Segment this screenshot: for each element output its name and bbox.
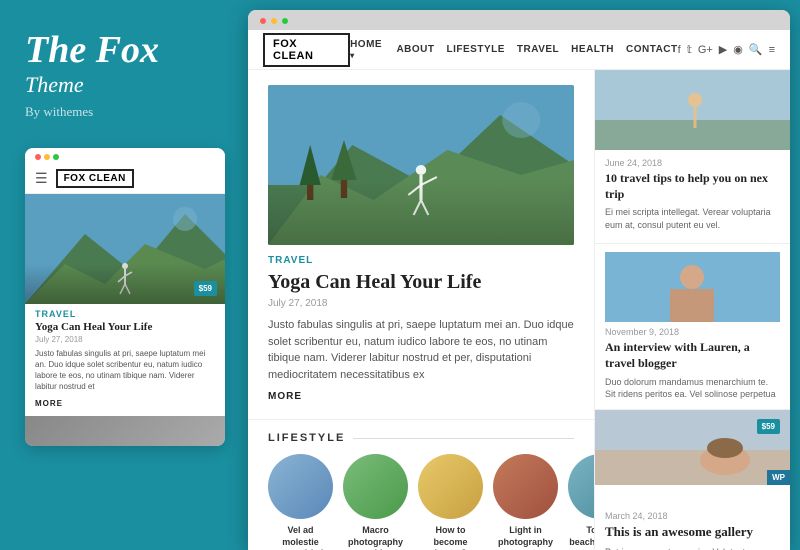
sidebar-interview-image <box>605 252 780 322</box>
nav-lifestyle[interactable]: LIFESTYLE <box>447 44 505 55</box>
lifestyle-caption-3: How to become happy? <box>418 525 483 550</box>
lifestyle-circle-4 <box>493 454 558 519</box>
lifestyle-caption-5: Top 10 beaches in the world <box>568 525 595 550</box>
main-content-column: TRAVEL Yoga Can Heal Your Life July 27, … <box>248 70 595 550</box>
gallery-excerpt: Patrioque assertor ea vim. Volutpat salu… <box>605 546 780 550</box>
lifestyle-caption-2: Macro photography guide <box>343 525 408 550</box>
mobile-hero-image: $59 <box>25 194 225 304</box>
lifestyle-circle-3 <box>418 454 483 519</box>
facebook-icon[interactable]: f <box>678 44 681 56</box>
featured-post: TRAVEL Yoga Can Heal Your Life July 27, … <box>248 70 594 419</box>
brand-by: By withemes <box>25 104 223 120</box>
mobile-tag: TRAVEL <box>25 304 225 321</box>
nav-home[interactable]: HOME <box>350 39 384 61</box>
sidebar-interview-date: November 9, 2018 <box>605 327 780 337</box>
sidebar-post-excerpt: Ei mei scripta intellegat. Verear volupt… <box>605 206 780 231</box>
mobile-top-bar <box>25 148 225 164</box>
site-main: TRAVEL Yoga Can Heal Your Life July 27, … <box>248 70 790 550</box>
search-icon[interactable]: 🔍 <box>749 43 763 56</box>
featured-post-tag: TRAVEL <box>268 255 574 266</box>
sidebar-interview-excerpt: Duo dolorum mandamus menarchium te. Sit … <box>605 376 780 401</box>
google-icon[interactable]: G+ <box>698 44 713 56</box>
mobile-mockup: ☰ FOX CLEAN $59 TRAVEL Yoga Can Heal You… <box>25 148 225 446</box>
browser-chrome <box>248 10 790 30</box>
site-header: FOX CLEAN HOME ABOUT LIFESTYLE TRAVEL HE… <box>248 30 790 70</box>
gallery-date: March 24, 2018 <box>605 511 780 521</box>
mobile-post-excerpt: Justo fabulas singulis at pri, saepe lup… <box>25 348 225 399</box>
brand-subtitle: Theme <box>25 72 223 98</box>
browser-panel: FOX CLEAN HOME ABOUT LIFESTYLE TRAVEL HE… <box>248 10 790 550</box>
hamburger-icon[interactable]: ☰ <box>35 170 48 187</box>
list-item: How to become happy? <box>418 454 483 550</box>
site-logo[interactable]: FOX CLEAN <box>263 33 350 67</box>
nav-about[interactable]: ABOUT <box>396 44 434 55</box>
nav-travel[interactable]: TRAVEL <box>517 44 559 55</box>
mobile-post-date: July 27, 2018 <box>25 335 225 348</box>
featured-post-title[interactable]: Yoga Can Heal Your Life <box>268 270 574 294</box>
gallery-title[interactable]: This is an awesome gallery <box>605 524 780 541</box>
site-icons: f 𝕥 G+ ▶ ◉ 🔍 ≡ <box>678 43 775 56</box>
interview-svg <box>605 252 780 322</box>
featured-svg <box>268 85 574 245</box>
rss-icon[interactable]: ◉ <box>733 43 743 56</box>
mobile-nav: ☰ FOX CLEAN <box>25 164 225 194</box>
list-item: Macro photography guide <box>343 454 408 550</box>
nav-contact[interactable]: CONTACT <box>626 44 678 55</box>
lifestyle-section-title: LIFESTYLE <box>268 432 574 444</box>
menu-icon[interactable]: ≡ <box>769 44 775 56</box>
left-panel: The Fox Theme By withemes ☰ FOX CLEAN <box>0 0 248 550</box>
dot-green <box>53 154 59 160</box>
gallery-content: $59 March 24, 2018 This is an awesome ga… <box>595 485 790 550</box>
featured-more-button[interactable]: MORE <box>268 391 302 402</box>
lifestyle-caption-4: Light in photography <box>493 525 558 548</box>
dot-red <box>35 154 41 160</box>
lifestyle-section: LIFESTYLE Vel ad molestie menandri vis e… <box>248 419 594 550</box>
featured-post-image <box>268 85 574 245</box>
list-item: Vel ad molestie menandri vis et <box>268 454 333 550</box>
sidebar-post-title[interactable]: 10 travel tips to help you on nex trip <box>605 171 780 202</box>
youtube-icon[interactable]: ▶ <box>719 43 727 56</box>
sidebar-post-date: June 24, 2018 <box>605 158 780 168</box>
featured-post-date: July 27, 2018 <box>268 298 574 309</box>
lifestyle-circle-1 <box>268 454 333 519</box>
browser-content: FOX CLEAN HOME ABOUT LIFESTYLE TRAVEL HE… <box>248 30 790 550</box>
dot-yellow <box>44 154 50 160</box>
mobile-price-badge: $59 <box>194 281 217 296</box>
list-item: Top 10 beaches in the world <box>568 454 595 550</box>
sidebar-gallery-post: WP $59 March 24, 2018 This is an awesome… <box>595 410 790 550</box>
sidebar-interview-post: November 9, 2018 An interview with Laure… <box>595 244 790 409</box>
list-item: Light in photography <box>493 454 558 550</box>
mobile-bottom-image <box>25 416 225 446</box>
lifestyle-caption-1: Vel ad molestie menandri vis et <box>268 525 333 550</box>
lifestyle-circle-5 <box>568 454 595 519</box>
browser-dot-yellow <box>271 18 277 24</box>
twitter-icon[interactable]: 𝕥 <box>687 43 692 56</box>
lifestyle-circle-2 <box>343 454 408 519</box>
sidebar-top-post: June 24, 2018 10 travel tips to help you… <box>595 150 790 244</box>
mobile-more-btn[interactable]: MORE <box>25 399 225 416</box>
site-nav: HOME ABOUT LIFESTYLE TRAVEL HEALTH CONTA… <box>350 39 678 61</box>
featured-post-excerpt: Justo fabulas singulis at pri, saepe lup… <box>268 317 574 383</box>
browser-dot-green <box>282 18 288 24</box>
sidebar-top-svg <box>595 70 790 150</box>
sidebar-top-image <box>595 70 790 150</box>
mobile-post-title: Yoga Can Heal Your Life <box>25 321 225 335</box>
brand-title: The Fox <box>25 30 223 72</box>
browser-dot-red <box>260 18 266 24</box>
mobile-logo: FOX CLEAN <box>56 169 134 188</box>
lifestyle-grid: Vel ad molestie menandri vis et Macro ph… <box>268 454 574 550</box>
right-sidebar: June 24, 2018 10 travel tips to help you… <box>595 70 790 550</box>
gallery-price-tag: $59 <box>757 419 780 434</box>
wordpress-badge: WP <box>767 470 790 485</box>
sidebar-interview-title[interactable]: An interview with Lauren, a travel blogg… <box>605 340 780 371</box>
nav-health[interactable]: HEALTH <box>571 44 614 55</box>
